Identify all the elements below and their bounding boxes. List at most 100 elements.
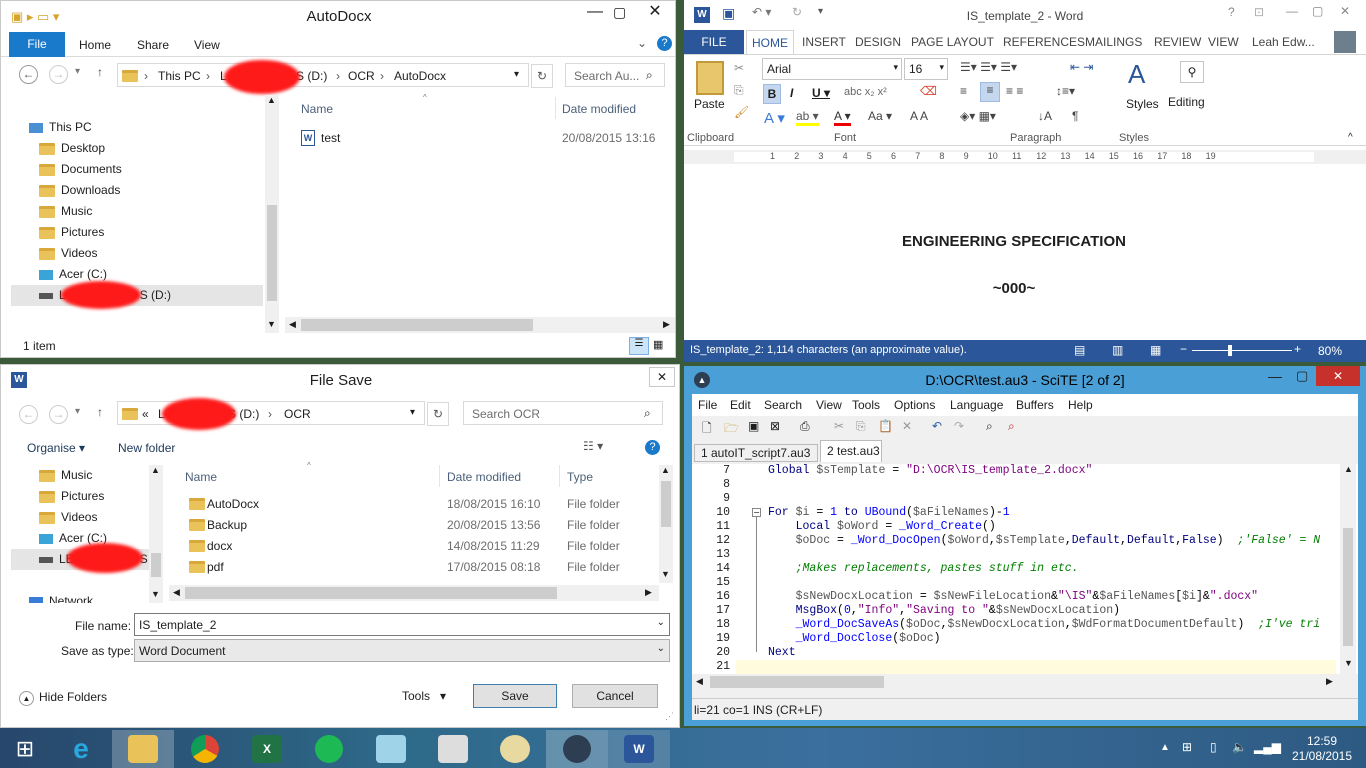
editor-horizontal-scrollbar[interactable]: ◀ ▶ — [692, 674, 1340, 690]
tab-mailings[interactable]: MAILINGS — [1085, 35, 1142, 49]
indent-icon[interactable]: ⇤ ⇥ — [1070, 60, 1093, 74]
bold-button[interactable]: B — [763, 84, 781, 104]
tab-review[interactable]: REVIEW — [1154, 35, 1201, 49]
underline-button[interactable]: U ▾ — [812, 86, 830, 100]
tray-chevron-icon[interactable]: ▲ — [1160, 742, 1170, 753]
maximize-icon[interactable]: ▢ — [1312, 4, 1323, 18]
back-icon[interactable]: ← — [19, 65, 38, 84]
table-row[interactable]: Backup 20/08/2015 13:56 File folder — [185, 516, 655, 536]
close-button[interactable]: ✕ — [1316, 366, 1360, 386]
tray-windows-icon[interactable]: ⊞ — [1182, 740, 1192, 754]
text-effects-icon[interactable]: A ▾ — [764, 109, 785, 127]
delete-icon[interactable]: ✕ — [902, 419, 912, 433]
taskbar-word[interactable]: W — [608, 730, 670, 768]
chevron-down-icon[interactable]: ▾ — [410, 407, 415, 418]
tab-autoit-script7[interactable]: 1 autoIT_script7.au3 * — [694, 444, 818, 476]
font-size-select[interactable]: 16 ▾ — [904, 58, 948, 80]
new-file-icon[interactable]: 🗋 — [702, 419, 712, 440]
help-icon[interactable]: ? — [645, 440, 660, 455]
styles-button[interactable]: Styles — [1126, 97, 1159, 111]
tab-file[interactable]: FILE — [684, 30, 744, 54]
bullets-icon[interactable]: ☰▾ ☰▾ ☰▾ — [960, 60, 1017, 74]
user-name[interactable]: Leah Edw... — [1252, 35, 1315, 49]
taskbar-explorer[interactable] — [112, 730, 174, 768]
avatar[interactable] — [1334, 31, 1356, 53]
font-name-select[interactable]: Arial ▾ — [762, 58, 902, 80]
line-spacing-icon[interactable]: ↕≡▾ — [1056, 84, 1075, 98]
replace-icon[interactable]: ⌕ — [1008, 419, 1015, 434]
tab-view[interactable]: VIEW — [1208, 35, 1239, 49]
table-row[interactable]: AutoDocx 18/08/2015 16:10 File folder — [185, 495, 655, 515]
resize-grip-icon[interactable]: ⋰ — [665, 711, 674, 722]
paste-icon[interactable] — [696, 61, 724, 95]
zoom-slider-thumb[interactable] — [1228, 345, 1232, 356]
scroll-thumb[interactable] — [151, 553, 161, 577]
paste-icon[interactable]: 📋 — [878, 419, 893, 433]
save-icon[interactable]: ▣ — [748, 419, 759, 433]
nav-pictures[interactable]: Pictures — [39, 486, 104, 507]
address-bar[interactable]: › This PC › L S (D:) › OCR › AutoDocx ▾ — [117, 60, 529, 94]
details-view-icon[interactable]: ☰ — [629, 337, 649, 355]
chevron-down-icon[interactable]: ⌄ — [657, 617, 665, 628]
copy-icon[interactable]: ⎘ — [856, 419, 866, 434]
tab-insert[interactable]: INSERT — [802, 35, 846, 49]
crumb-ocr[interactable]: OCR — [348, 69, 375, 83]
refresh-icon[interactable]: ↻ — [427, 402, 449, 426]
crumb-drive[interactable]: S (D:) — [296, 69, 327, 83]
nav-downloads[interactable]: Downloads — [39, 180, 120, 201]
col-type[interactable]: Type — [567, 470, 593, 484]
crumb-this-pc[interactable]: This PC — [158, 69, 201, 83]
find-icon[interactable]: ⌕ — [986, 419, 993, 434]
tab-references[interactable]: REFERENCES — [1003, 35, 1085, 49]
scroll-thumb[interactable] — [185, 587, 557, 599]
zoom-level[interactable]: 80% — [1318, 344, 1342, 358]
col-date[interactable]: Date modified — [447, 470, 521, 484]
scroll-thumb[interactable] — [661, 481, 671, 527]
address-bar[interactable]: « L S (D:) › OCR ▾ — [117, 398, 425, 430]
nav-documents[interactable]: Documents — [39, 159, 122, 180]
print-icon[interactable]: ⎙ — [800, 419, 810, 434]
scroll-thumb[interactable] — [267, 205, 277, 301]
highlight-icon[interactable]: ab ▾ — [796, 109, 819, 126]
sort-icon[interactable]: ↓A — [1038, 109, 1052, 123]
network-icon[interactable]: ▂▄▆ — [1254, 740, 1281, 754]
nav-scrollbar[interactable]: ▲ ▼ — [265, 95, 279, 333]
menu-search[interactable]: Search — [764, 398, 802, 412]
change-case-icon[interactable]: Aa ▾ — [868, 109, 892, 123]
start-button[interactable]: ⊞ — [0, 730, 50, 768]
cancel-button[interactable]: Cancel — [572, 684, 658, 708]
crumb-ocr[interactable]: OCR — [284, 407, 311, 421]
format-painter-icon[interactable]: 🖌 — [734, 105, 749, 119]
help-icon[interactable]: ? — [657, 36, 672, 51]
menu-file[interactable]: File — [698, 398, 717, 412]
filename-input[interactable]: IS_template_2 ⌄ — [134, 613, 670, 636]
scroll-thumb[interactable] — [710, 676, 884, 688]
recent-chevron-icon[interactable]: ▾ — [75, 406, 80, 417]
menu-view[interactable]: View — [816, 398, 842, 412]
shading-icon[interactable]: ◈▾ ▦▾ — [960, 109, 996, 123]
tools-button[interactable]: Tools ▾ — [402, 689, 446, 703]
up-icon[interactable]: ↑ — [97, 405, 103, 419]
battery-icon[interactable]: ▯ — [1210, 740, 1217, 754]
taskbar-ie[interactable]: e — [50, 730, 112, 768]
paste-label[interactable]: Paste — [694, 97, 725, 111]
nav-music[interactable]: Music — [39, 465, 92, 486]
styles-icon[interactable]: A — [1128, 59, 1145, 90]
maximize-icon[interactable]: ▢ — [1296, 368, 1308, 384]
cut-icon[interactable]: ✂ — [834, 419, 844, 433]
grow-font-icon[interactable]: A A — [910, 109, 928, 123]
close-icon[interactable]: ✕ — [1340, 4, 1350, 18]
taskbar-paint[interactable] — [484, 730, 546, 768]
minimize-icon[interactable]: — — [587, 3, 603, 21]
code-editor[interactable]: 7 8 9 10 11 12 13 14 15 16 17 18 19 20 21 Global $sTem… — [692, 464, 1358, 674]
clear-formatting-icon[interactable]: ⌫ — [920, 84, 937, 98]
forward-icon[interactable]: → — [49, 405, 68, 424]
copy-icon[interactable]: ⎘ — [734, 83, 744, 98]
horizontal-scrollbar[interactable]: ◀ ▶ — [285, 317, 675, 333]
minimize-icon[interactable]: — — [1268, 368, 1282, 384]
nav-videos[interactable]: Videos — [39, 507, 97, 528]
nav-pictures[interactable]: Pictures — [39, 222, 104, 243]
minimize-icon[interactable]: — — [1286, 4, 1298, 18]
read-mode-icon[interactable]: ▤ — [1074, 343, 1085, 357]
table-row[interactable]: docx 14/08/2015 11:29 File folder — [185, 537, 655, 557]
